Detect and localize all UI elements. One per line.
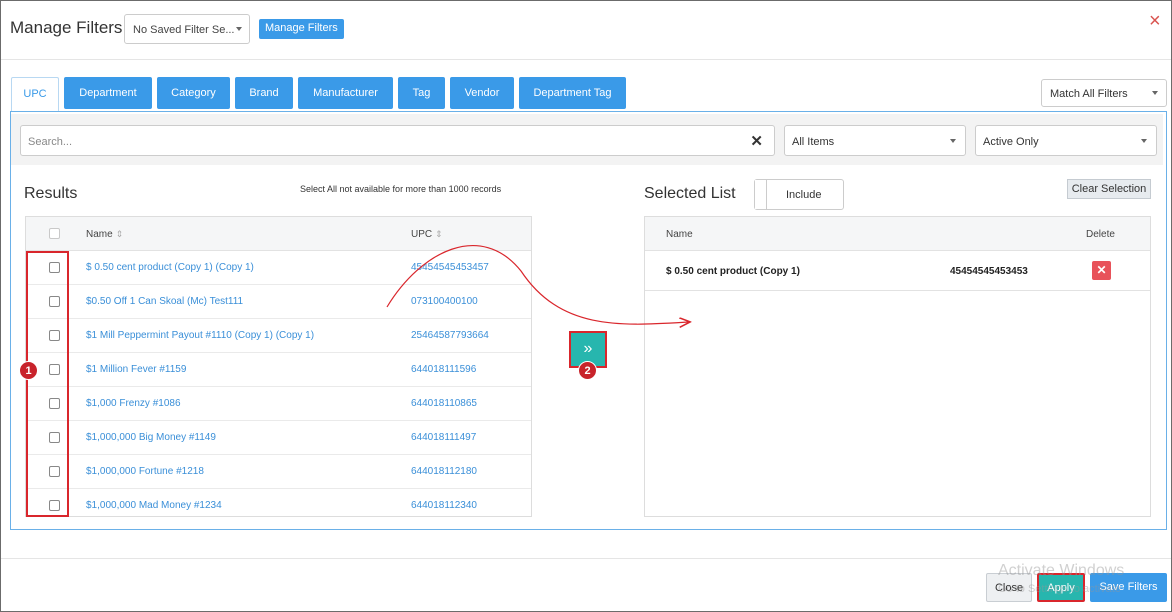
results-table: Name ⇕ UPC ⇕ $ 0.50 cent product (Copy 1) … bbox=[25, 216, 532, 517]
header-divider bbox=[1, 59, 1171, 60]
row-upc-link[interactable]: 45454545453457 bbox=[411, 262, 489, 273]
toggle-knob bbox=[755, 180, 767, 209]
tab-department-tag[interactable]: Department Tag bbox=[519, 77, 626, 109]
column-header-name: Name bbox=[666, 229, 693, 240]
annotation-badge-1: 1 bbox=[19, 361, 38, 380]
double-chevron-right-icon: » bbox=[583, 340, 593, 357]
table-row: $1 Mill Peppermint Payout #1110 (Copy 1)… bbox=[26, 319, 531, 353]
selected-row: $ 0.50 cent product (Copy 1) 45454545453… bbox=[645, 252, 1150, 291]
column-name-label: Name bbox=[86, 229, 113, 240]
tab-brand[interactable]: Brand bbox=[235, 77, 293, 109]
selected-table-header: Name Delete bbox=[645, 217, 1150, 251]
include-label: Include bbox=[786, 189, 822, 201]
row-upc-link[interactable]: 644018111497 bbox=[411, 432, 476, 443]
status-select-value: Active Only bbox=[983, 136, 1039, 148]
row-upc-link[interactable]: 25464587793664 bbox=[411, 330, 489, 341]
saved-filter-select[interactable]: No Saved Filter Se... bbox=[124, 14, 250, 44]
column-header-delete: Delete bbox=[1086, 229, 1115, 240]
tab-department[interactable]: Department bbox=[64, 77, 152, 109]
search-input[interactable]: Search... ✕ bbox=[20, 125, 775, 156]
row-name-link[interactable]: $1 Million Fever #1159 bbox=[86, 364, 186, 375]
results-title: Results bbox=[24, 185, 78, 202]
row-upc-link[interactable]: 644018110865 bbox=[411, 398, 477, 409]
select-all-note: Select All not available for more than 1… bbox=[300, 184, 502, 194]
tab-tag[interactable]: Tag bbox=[398, 77, 445, 109]
tab-category[interactable]: Category bbox=[157, 77, 230, 109]
include-toggle[interactable]: Include bbox=[754, 179, 844, 210]
match-filters-select[interactable]: Match All Filters bbox=[1041, 79, 1167, 107]
column-header-name[interactable]: Name ⇕ bbox=[86, 229, 123, 240]
selected-table: Name Delete $ 0.50 cent product (Copy 1)… bbox=[644, 216, 1151, 517]
row-name-link[interactable]: $1,000,000 Big Money #1149 bbox=[86, 432, 216, 443]
table-row: $ 0.50 cent product (Copy 1) (Copy 1) 45… bbox=[26, 251, 531, 285]
caret-down-icon bbox=[236, 27, 242, 31]
modal-title: Manage Filters bbox=[10, 18, 123, 37]
table-row: $1 Million Fever #1159 644018111596 bbox=[26, 353, 531, 387]
row-name-link[interactable]: $1 Mill Peppermint Payout #1110 (Copy 1)… bbox=[86, 330, 314, 341]
annotation-badge-2: 2 bbox=[578, 361, 597, 380]
sort-icon: ⇕ bbox=[115, 229, 124, 239]
search-placeholder: Search... bbox=[28, 136, 73, 148]
table-row: $0.50 Off 1 Can Skoal (Mc) Test111 07310… bbox=[26, 285, 531, 319]
tab-upc[interactable]: UPC bbox=[11, 77, 59, 112]
tab-manufacturer[interactable]: Manufacturer bbox=[298, 77, 393, 109]
status-select[interactable]: Active Only bbox=[975, 125, 1157, 156]
column-upc-label: UPC bbox=[411, 229, 433, 240]
row-upc-link[interactable]: 644018112340 bbox=[411, 500, 477, 511]
close-icon[interactable]: × bbox=[1149, 11, 1161, 31]
items-select-value: All Items bbox=[792, 136, 835, 148]
results-table-header: Name ⇕ UPC ⇕ bbox=[26, 217, 531, 251]
match-filters-value: Match All Filters bbox=[1050, 88, 1128, 100]
row-name-link[interactable]: $0.50 Off 1 Can Skoal (Mc) Test111 bbox=[86, 296, 243, 307]
manage-filters-modal: Manage Filters No Saved Filter Se... Man… bbox=[0, 0, 1172, 612]
selected-row-upc: 45454545453453 bbox=[950, 266, 1028, 277]
row-name-link[interactable]: $ 0.50 cent product (Copy 1) (Copy 1) bbox=[86, 262, 254, 273]
table-row: $1,000,000 Mad Money #1234 644018112340 bbox=[26, 489, 531, 516]
sort-icon: ⇕ bbox=[435, 229, 443, 239]
saved-filter-value: No Saved Filter Se... bbox=[133, 24, 235, 36]
table-row: $1,000,000 Big Money #1149 644018111497 bbox=[26, 421, 531, 455]
column-header-upc[interactable]: UPC ⇕ bbox=[411, 229, 443, 240]
caret-down-icon bbox=[1152, 91, 1158, 95]
selected-row-name: $ 0.50 cent product (Copy 1) bbox=[666, 266, 800, 277]
select-all-checkbox[interactable] bbox=[49, 228, 60, 239]
caret-down-icon bbox=[950, 139, 956, 143]
row-upc-link[interactable]: 644018112180 bbox=[411, 466, 477, 477]
items-select[interactable]: All Items bbox=[784, 125, 966, 156]
clear-search-icon[interactable]: ✕ bbox=[750, 132, 763, 150]
row-name-link[interactable]: $1,000 Frenzy #1086 bbox=[86, 398, 181, 409]
caret-down-icon bbox=[1141, 139, 1147, 143]
footer-divider bbox=[1, 558, 1171, 559]
checkbox-highlight-box bbox=[26, 251, 69, 517]
tab-vendor[interactable]: Vendor bbox=[450, 77, 514, 109]
selected-list-title: Selected List bbox=[644, 185, 736, 202]
windows-activation-watermark: Activate Windows Go to Settings to activ… bbox=[998, 561, 1124, 599]
watermark-title: Activate Windows bbox=[998, 562, 1125, 579]
clear-selection-button[interactable]: Clear Selection bbox=[1067, 179, 1151, 199]
row-name-link[interactable]: $1,000,000 Fortune #1218 bbox=[86, 466, 204, 477]
delete-icon[interactable]: ✕ bbox=[1092, 261, 1111, 280]
row-upc-link[interactable]: 073100400100 bbox=[411, 296, 478, 307]
row-upc-link[interactable]: 644018111596 bbox=[411, 364, 476, 375]
table-row: $1,000 Frenzy #1086 644018110865 bbox=[26, 387, 531, 421]
manage-filters-button[interactable]: Manage Filters bbox=[259, 19, 344, 39]
row-name-link[interactable]: $1,000,000 Mad Money #1234 bbox=[86, 500, 222, 511]
table-row: $1,000,000 Fortune #1218 644018112180 bbox=[26, 455, 531, 489]
watermark-subtitle: Go to Settings to activate bbox=[998, 583, 1121, 595]
